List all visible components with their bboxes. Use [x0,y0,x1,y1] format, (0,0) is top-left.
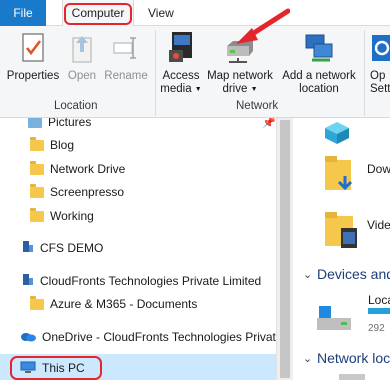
nav-item-blog[interactable]: Blog [30,134,74,156]
chevron-down-icon[interactable]: ⌄ [303,268,312,281]
videos-folder-icon[interactable] [323,210,359,253]
properties-button[interactable]: Properties [4,30,62,83]
network-location-icon [278,30,360,64]
building-icon [22,271,34,293]
settings-icon [370,30,390,64]
local-disk-icon[interactable] [315,304,355,337]
devices-and-drives-header[interactable]: Devices and drives [317,266,390,282]
nav-pane-scrollbar[interactable] [276,118,293,380]
nav-item-azure-m365-documents[interactable]: Azure & M365 - Documents [30,293,197,315]
open-settings-label-line1: Op [370,70,386,82]
nav-item-network-drive[interactable]: Network Drive [30,158,125,180]
ribbon: Properties Open Rename Location Access m… [0,26,390,118]
access-media-button[interactable]: Access media ▼ [158,30,204,96]
open-label: Open [67,70,97,82]
access-media-label-line1: Access [162,70,200,82]
group-label-network: Network [236,100,279,112]
ribbon-separator [364,30,365,116]
properties-label: Properties [6,70,60,82]
chevron-down-icon[interactable]: ⌄ [303,352,312,365]
nav-item-label: Screenpresso [50,185,125,199]
folder-icon [30,208,44,223]
nav-item-working[interactable]: Working [30,205,94,227]
navigation-pane: Pictures 📌 Blog Network Drive Screenpres… [0,118,280,380]
open-settings-button[interactable]: Op Sett [370,30,390,96]
folder-icon [30,184,44,199]
media-icon [158,30,204,64]
dropdown-caret-icon: ▼ [194,86,202,93]
map-network-drive-label-line2: drive [222,83,248,95]
downloads-folder-icon[interactable] [323,154,357,197]
annotation-arrow-icon [236,8,290,44]
folder-icon [30,137,44,152]
nav-item-screenpresso[interactable]: Screenpresso [30,181,124,203]
ribbon-separator [155,30,156,116]
this-pc-highlight-annotation [10,356,102,380]
pin-icon[interactable]: 📌 [262,118,276,129]
network-locations-header[interactable]: Network locations [317,350,390,366]
rename-button[interactable]: Rename [102,30,150,83]
3d-objects-icon[interactable] [323,120,351,147]
network-location-item-icon[interactable] [339,374,365,380]
access-media-label-line2: media [160,83,192,95]
map-network-drive-label-line1: Map network [207,70,273,82]
open-button[interactable]: Open [64,30,100,83]
open-settings-label-line2: Sett [370,83,390,95]
folder-icon [30,296,44,311]
folder-icon [30,161,44,176]
nav-item-cfs-demo[interactable]: CFS DEMO [22,237,103,259]
nav-item-label: Blog [50,138,75,152]
add-network-location-label-line2: location [299,83,339,95]
content-pane: Dow Vide ⌄ Devices and drives Loca 292 ⌄… [293,118,390,380]
add-network-location-label-line1: Add a network [282,70,356,82]
nav-item-label: Working [50,209,94,223]
nav-item-label: CloudFronts Technologies Private Limited [40,274,262,288]
onedrive-cloud-icon [20,327,36,349]
nav-item-pictures[interactable]: Pictures [28,118,91,133]
tab-view[interactable]: View [148,0,174,26]
nav-item-label: Network Drive [50,162,126,176]
downloads-label[interactable]: Dow [367,162,390,176]
tab-file[interactable]: File [0,0,46,26]
dropdown-caret-icon: ▼ [250,86,258,93]
group-label-location: Location [54,100,98,112]
pictures-folder-icon [28,118,42,129]
local-disk-label[interactable]: Loca [368,293,390,307]
open-icon [64,30,100,64]
nav-item-label: Azure & M365 - Documents [50,297,198,311]
properties-icon [4,30,62,64]
nav-item-onedrive[interactable]: OneDrive - CloudFronts Technologies Priv… [20,326,280,348]
disk-usage-bar [368,308,390,314]
nav-item-label: Pictures [48,118,92,129]
nav-item-cloudfronts-technologies[interactable]: CloudFronts Technologies Private Limited [22,270,261,292]
rename-icon [102,30,150,64]
computer-tab-highlight-annotation [64,3,132,25]
building-icon [22,238,34,260]
ribbon-tab-bar: File Computer View [0,0,390,27]
nav-item-label: OneDrive - CloudFronts Technologies Priv… [42,330,280,344]
videos-label[interactable]: Vide [367,218,390,232]
add-network-location-button[interactable]: Add a network location [278,30,360,96]
nav-item-label: CFS DEMO [40,241,104,255]
rename-label: Rename [104,70,148,82]
scrollbar-thumb[interactable] [280,120,290,378]
disk-free-space-text: 292 [368,323,385,334]
